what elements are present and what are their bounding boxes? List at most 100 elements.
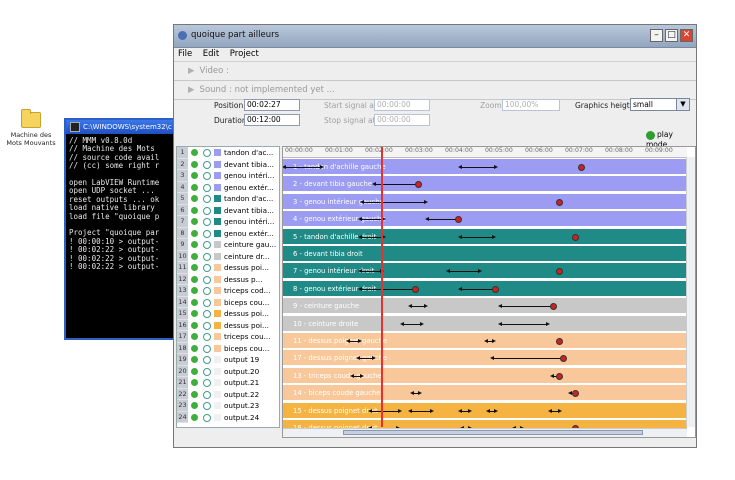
minimize-button[interactable]: – — [650, 29, 663, 42]
enabled-check-icon[interactable] — [191, 195, 198, 202]
solo-radio[interactable] — [203, 390, 211, 399]
track-row[interactable]: 24 output.24 — [177, 411, 279, 423]
enabled-check-icon[interactable] — [191, 149, 198, 156]
event-segment[interactable] — [283, 165, 324, 169]
graphics-height-select[interactable]: small ▼ — [630, 98, 690, 111]
event-segment[interactable] — [358, 217, 386, 222]
event-segment[interactable] — [486, 408, 498, 413]
console-titlebar[interactable]: C:\WINDOWS\system32\c — [66, 120, 174, 134]
vertical-scrollbar[interactable] — [686, 157, 695, 427]
track-row[interactable]: 1 tandon d'ac... — [177, 147, 279, 159]
track-color-swatch[interactable] — [214, 344, 221, 352]
solo-radio[interactable] — [203, 333, 211, 341]
track-color-swatch[interactable] — [214, 149, 221, 156]
track-color-swatch[interactable] — [214, 413, 221, 421]
track-color-swatch[interactable] — [214, 379, 221, 386]
track-color-swatch[interactable] — [214, 264, 221, 271]
solo-radio[interactable] — [203, 149, 211, 157]
event-marker[interactable] — [556, 338, 563, 345]
event-segment[interactable] — [400, 321, 424, 326]
event-segment[interactable] — [368, 408, 402, 413]
enabled-check-icon[interactable] — [191, 172, 198, 179]
track-row[interactable]: 7 genou intéri... — [177, 216, 279, 228]
timeline-lane[interactable]: 2 - devant tibia gauche — [283, 176, 687, 193]
event-segment[interactable] — [350, 373, 364, 378]
enabled-check-icon[interactable] — [191, 241, 198, 248]
enabled-check-icon[interactable] — [191, 321, 198, 329]
solo-radio[interactable] — [203, 160, 211, 169]
menu-edit[interactable]: Edit — [199, 48, 223, 61]
timeline-lane[interactable]: 3 - genou intérieur gauche — [283, 193, 687, 210]
track-color-swatch[interactable] — [214, 229, 221, 237]
enabled-check-icon[interactable] — [191, 379, 198, 386]
event-marker[interactable] — [412, 285, 419, 293]
track-row[interactable]: 9 ceinture gau... — [177, 239, 279, 251]
enabled-check-icon[interactable] — [191, 356, 198, 363]
track-row[interactable]: 17 triceps cou... — [177, 331, 279, 343]
track-color-swatch[interactable] — [214, 241, 221, 248]
timeline-lane[interactable]: 11 - dessus poignet gauche — [283, 333, 687, 349]
position-field[interactable]: 00:02:27 — [244, 99, 300, 111]
enabled-check-icon[interactable] — [191, 252, 198, 260]
solo-radio[interactable] — [203, 298, 211, 307]
time-ruler[interactable]: 00:00:00 00:01:00 00:02:00 00:03:00 00:04:00… — [283, 147, 687, 158]
event-segment[interactable] — [458, 408, 472, 413]
event-segment[interactable] — [360, 199, 428, 204]
event-segment[interactable] — [490, 356, 566, 361]
event-segment[interactable] — [358, 269, 384, 274]
event-segment[interactable] — [458, 286, 498, 291]
track-color-swatch[interactable] — [214, 195, 221, 202]
track-row[interactable]: 21 output.21 — [177, 377, 279, 389]
track-color-swatch[interactable] — [214, 275, 221, 283]
menu-project[interactable]: Project — [226, 48, 263, 61]
menu-file[interactable]: File — [174, 48, 196, 61]
track-color-swatch[interactable] — [214, 206, 221, 214]
timeline-lane[interactable]: 4 - genou extérieur gauche — [283, 211, 687, 228]
solo-radio[interactable] — [203, 379, 211, 387]
timeline-lane[interactable]: 15 - dessus poignet droit — [283, 402, 687, 419]
enabled-check-icon[interactable] — [191, 206, 198, 214]
event-marker[interactable] — [556, 268, 563, 276]
track-row[interactable]: 4 genou extér... — [177, 181, 279, 193]
track-row[interactable]: 16 dessus poi... — [177, 319, 279, 331]
event-segment[interactable] — [358, 234, 386, 239]
event-segment[interactable] — [346, 339, 362, 343]
event-segment[interactable] — [410, 391, 422, 396]
track-row[interactable]: 3 genou intéri... — [177, 170, 279, 182]
track-row[interactable]: 13 triceps cod... — [177, 285, 279, 297]
track-color-swatch[interactable] — [214, 356, 221, 363]
enabled-check-icon[interactable] — [191, 298, 198, 306]
solo-radio[interactable] — [203, 413, 211, 422]
enabled-check-icon[interactable] — [191, 333, 198, 340]
track-row[interactable]: 23 output.23 — [177, 400, 279, 412]
event-marker[interactable] — [455, 216, 462, 224]
timeline-lane[interactable]: 1 - tandon d'achille gauche — [283, 159, 687, 175]
track-row[interactable]: 15 dessus poi... — [177, 308, 279, 320]
solo-radio[interactable] — [203, 172, 211, 180]
event-segment[interactable] — [425, 217, 461, 222]
timeline-lane[interactable]: 17 - dessus poignet gauche — [283, 350, 687, 367]
event-segment[interactable] — [356, 356, 376, 361]
event-marker[interactable] — [556, 372, 563, 380]
track-color-swatch[interactable] — [214, 321, 221, 329]
solo-radio[interactable] — [203, 321, 211, 330]
event-marker[interactable] — [560, 355, 567, 363]
enabled-check-icon[interactable] — [191, 390, 198, 398]
track-row[interactable]: 11 dessus poi... — [177, 262, 279, 274]
track-row[interactable]: 5 tandon d'ac... — [177, 193, 279, 205]
desktop-icon-mmm[interactable]: Machine des Mots Mouvants — [6, 109, 56, 147]
solo-radio[interactable] — [203, 183, 211, 192]
timeline-lane[interactable]: 8 - genou extérieur droit — [283, 280, 687, 297]
solo-radio[interactable] — [203, 218, 211, 226]
solo-radio[interactable] — [203, 241, 211, 249]
track-row[interactable]: 8 genou extér... — [177, 227, 279, 239]
track-color-swatch[interactable] — [214, 160, 221, 168]
event-marker[interactable] — [572, 390, 579, 398]
maximize-button[interactable]: □ — [665, 29, 678, 42]
event-segment[interactable] — [446, 269, 482, 274]
solo-radio[interactable] — [203, 287, 211, 295]
event-segment[interactable] — [408, 408, 434, 413]
console-window[interactable]: C:\WINDOWS\system32\c // MMM v0.8.0d // … — [64, 118, 176, 340]
enabled-check-icon[interactable] — [191, 229, 198, 237]
enabled-check-icon[interactable] — [191, 287, 198, 294]
